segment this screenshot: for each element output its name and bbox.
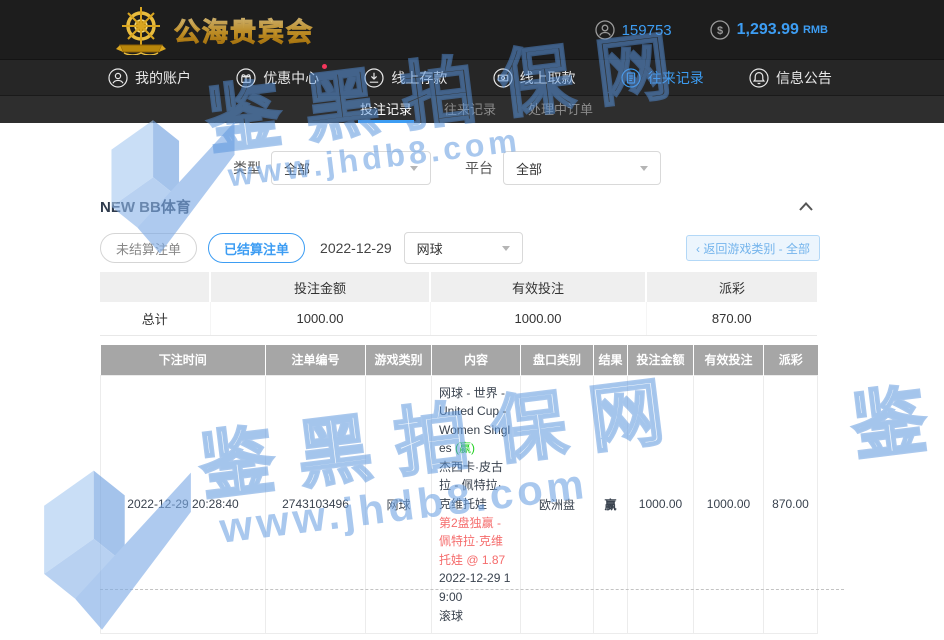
summary-table: 投注金额 有效投注 派彩 总计 1000.00 1000.00 870.00 (100, 272, 817, 336)
nav-item-my-account[interactable]: 我的账户 (108, 68, 191, 88)
filter-bar: 类型 全部 平台 全部 (233, 151, 661, 185)
nav-label: 线上取款 (520, 68, 576, 88)
nav-item-withdraw[interactable]: 线上取款 (493, 68, 576, 88)
nav-label: 优惠中心 (263, 68, 319, 88)
col-payout: 派彩 (764, 345, 818, 375)
balance-currency: RMB (803, 24, 828, 36)
type-select[interactable]: 全部 (271, 151, 431, 185)
bet-records-table: 下注时间 注单编号 游戏类别 内容 盘口类别 结果 投注金额 有效投注 派彩 2… (100, 345, 818, 634)
type-select-value: 全部 (284, 159, 310, 178)
bet-table-row: 2022-12-29 20:28:40 2743103496 网球 网球 - 世… (101, 375, 818, 634)
sport-select[interactable]: 网球 (404, 232, 523, 264)
bet-game-type: 网球 (366, 375, 432, 634)
dashed-divider (100, 589, 844, 590)
col-content: 内容 (432, 345, 521, 375)
gift-icon (236, 68, 256, 88)
col-market-type: 盘口类别 (521, 345, 594, 375)
tab-bet-records[interactable]: 投注记录 (358, 96, 414, 123)
records-icon (621, 68, 641, 88)
bet-market: 欧洲盘 (521, 375, 594, 634)
bet-result: 赢 (594, 375, 628, 634)
summary-header-blank (100, 272, 210, 302)
summary-header-bet-amount: 投注金额 (210, 272, 430, 302)
brand-name: 公海贵宾会 (174, 12, 314, 49)
withdraw-icon (493, 68, 513, 88)
summary-bet-amount: 1000.00 (210, 302, 430, 335)
bet-controls-row: 未结算注单 已结算注单 2022-12-29 网球 ‹ 返回游戏类别 - 全部 (100, 232, 820, 264)
tab-transaction-records[interactable]: 往来记录 (442, 96, 498, 123)
sport-select-value: 网球 (417, 239, 443, 258)
back-to-category-button[interactable]: ‹ 返回游戏类别 - 全部 (686, 235, 820, 261)
balance-amount: 1,293.99 (737, 21, 799, 39)
summary-header-payout: 派彩 (646, 272, 817, 302)
platform-select-value: 全部 (516, 159, 542, 178)
brand-logo[interactable]: 公海贵宾会 (114, 6, 314, 54)
bet-content: 网球 - 世界 - United Cup - Women Singles (赢)… (432, 375, 521, 634)
col-valid-bet: 有效投注 (694, 345, 764, 375)
bet-amount: 1000.00 (628, 375, 694, 634)
main-navigation: 我的账户 优惠中心 线上存款 线上取款 往来记录 信息公告 (0, 60, 944, 96)
settled-bets-button[interactable]: 已结算注单 (208, 233, 305, 263)
user-id: 159753 (622, 22, 672, 39)
bet-content-live: 滚球 (439, 607, 513, 626)
col-order-no: 注单编号 (266, 345, 366, 375)
nav-label: 信息公告 (776, 68, 832, 88)
platform-select[interactable]: 全部 (503, 151, 661, 185)
svg-text:$: $ (717, 25, 723, 37)
nav-item-deposit[interactable]: 线上存款 (364, 68, 447, 88)
bet-order-no: 2743103496 (266, 375, 366, 634)
summary-header-valid-bet: 有效投注 (430, 272, 646, 302)
chevron-down-icon (410, 166, 418, 171)
tab-processing-orders[interactable]: 处理中订单 (526, 96, 595, 123)
bet-content-players: 杰西卡·皮古拉 - 佩特拉·克维托娃 (439, 458, 513, 514)
type-filter-group: 类型 全部 (233, 151, 431, 185)
col-game-type: 游戏类别 (366, 345, 432, 375)
summary-total-label: 总计 (100, 302, 210, 335)
collapse-button[interactable] (795, 198, 817, 215)
section-title: NEW BB体育 (100, 196, 191, 217)
user-icon (595, 20, 615, 40)
bet-table-header-row: 下注时间 注单编号 游戏类别 内容 盘口类别 结果 投注金额 有效投注 派彩 (101, 345, 818, 375)
bet-content-selection: 第2盘独赢 - 佩特拉·克维托娃 @ 1.87 (439, 514, 513, 570)
date-value[interactable]: 2022-12-29 (320, 240, 392, 256)
chevron-down-icon (640, 166, 648, 171)
deposit-icon (364, 68, 384, 88)
section-header: NEW BB体育 (100, 196, 817, 217)
dollar-icon: $ (710, 20, 730, 40)
win-tag: (赢) (455, 441, 475, 455)
col-bet-amount: 投注金额 (628, 345, 694, 375)
account-info: 159753 $ 1,293.99 RMB (595, 0, 828, 60)
unsettled-bets-button[interactable]: 未结算注单 (100, 233, 197, 263)
nav-label: 我的账户 (135, 68, 191, 88)
bell-icon (749, 68, 769, 88)
nav-item-records[interactable]: 往来记录 (621, 68, 704, 88)
bet-content-match: 网球 - 世界 - United Cup - Women Singles (赢) (439, 384, 513, 458)
bet-valid: 1000.00 (694, 375, 764, 634)
summary-total-row: 总计 1000.00 1000.00 870.00 (100, 302, 817, 335)
platform-filter-group: 平台 全部 (465, 151, 661, 185)
watermark-text-right-partial: 鉴黑拍保网 (848, 332, 944, 465)
watermark-site-name: 鉴黑拍保网 (848, 332, 944, 465)
nav-item-announcements[interactable]: 信息公告 (749, 68, 832, 88)
platform-filter-label: 平台 (465, 158, 493, 178)
bet-payout: 870.00 (764, 375, 818, 634)
col-bet-time: 下注时间 (101, 345, 266, 375)
col-result: 结果 (594, 345, 628, 375)
bet-time: 2022-12-29 20:28:40 (101, 375, 266, 634)
account-icon (108, 68, 128, 88)
chevron-up-icon (799, 202, 813, 211)
nav-label: 往来记录 (648, 68, 704, 88)
nav-label: 线上存款 (391, 68, 447, 88)
notification-dot (322, 64, 327, 69)
nav-item-promotions[interactable]: 优惠中心 (236, 68, 319, 88)
chevron-down-icon (502, 246, 510, 251)
summary-valid-bet: 1000.00 (430, 302, 646, 335)
top-header-bar: 公海贵宾会 159753 $ 1,293.99 RMB (0, 0, 944, 60)
sub-navigation: 投注记录 往来记录 处理中订单 (0, 96, 944, 123)
ship-wheel-icon (114, 5, 168, 55)
summary-payout: 870.00 (646, 302, 817, 335)
summary-header-row: 投注金额 有效投注 派彩 (100, 272, 817, 302)
type-filter-label: 类型 (233, 158, 261, 178)
